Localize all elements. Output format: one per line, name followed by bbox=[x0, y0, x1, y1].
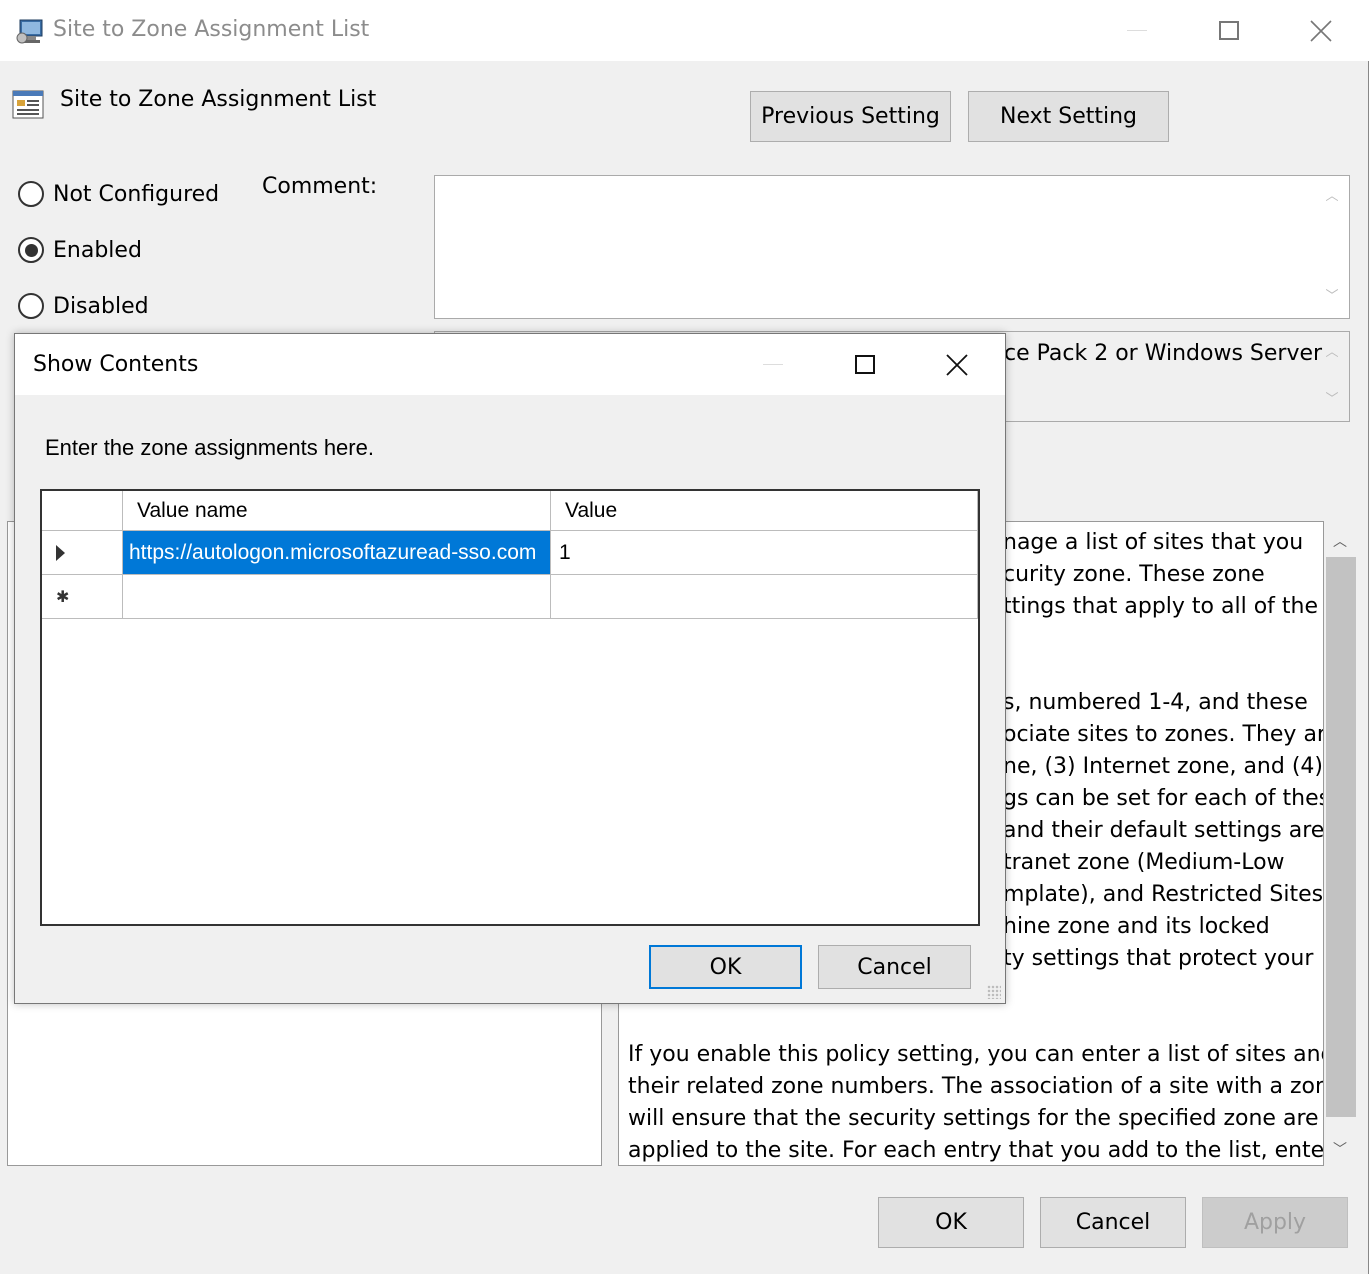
maximize-icon bbox=[855, 355, 875, 374]
radio-label: Not Configured bbox=[53, 181, 220, 207]
title-bar: Site to Zone Assignment List bbox=[0, 0, 1369, 61]
help-text-line: and their default settings are: bbox=[1003, 818, 1324, 843]
maximize-icon bbox=[1219, 21, 1239, 40]
dialog-cancel-button[interactable]: Cancel bbox=[818, 945, 971, 989]
scroll-down-icon[interactable]: ﹀ bbox=[1325, 290, 1339, 304]
scroll-down-icon[interactable]: ﹀ bbox=[1333, 1139, 1347, 1159]
column-header-value-name[interactable]: Value name bbox=[123, 491, 551, 531]
help-text-line: mplate), and Restricted Sites bbox=[1003, 882, 1324, 907]
help-text-line: If you enable this policy setting, you c… bbox=[628, 1042, 1324, 1067]
scroll-up-icon[interactable]: ︿ bbox=[1333, 531, 1347, 551]
comment-textarea[interactable]: ︿ ﹀ bbox=[434, 175, 1350, 319]
radio-circle bbox=[18, 293, 44, 319]
help-text-line: curity zone. These zone bbox=[1003, 562, 1265, 587]
new-value-name-cell[interactable] bbox=[123, 575, 551, 619]
supported-on-text: ce Pack 2 or Windows Server bbox=[1004, 341, 1323, 366]
radio-circle bbox=[18, 181, 44, 207]
close-icon bbox=[1310, 19, 1332, 42]
value-name-cell[interactable]: https://autologon.microsoftazuread-sso.c… bbox=[123, 531, 551, 575]
minimize-button[interactable] bbox=[1091, 0, 1183, 61]
radio-dot bbox=[24, 243, 38, 257]
scroll-up-icon[interactable]: ︿ bbox=[1325, 190, 1339, 204]
row-header-current[interactable] bbox=[42, 531, 123, 575]
minimize-icon bbox=[763, 364, 783, 365]
current-row-arrow-icon bbox=[56, 544, 65, 561]
apply-button[interactable]: Apply bbox=[1202, 1197, 1348, 1248]
dialog-instruction: Enter the zone assignments here. bbox=[45, 435, 374, 460]
resize-grip-icon[interactable] bbox=[987, 985, 1001, 999]
dialog-minimize-button[interactable] bbox=[727, 334, 819, 395]
radio-label: Disabled bbox=[53, 293, 149, 319]
comment-label: Comment: bbox=[262, 174, 378, 199]
value-cell[interactable]: 1 bbox=[551, 531, 978, 575]
column-header-value[interactable]: Value bbox=[551, 491, 978, 531]
dialog-maximize-button[interactable] bbox=[819, 334, 911, 395]
zone-assignment-grid[interactable]: Value name Value https://autologon.micro… bbox=[40, 489, 980, 926]
ok-button[interactable]: OK bbox=[878, 1197, 1024, 1248]
dialog-title-bar: Show Contents bbox=[15, 334, 1005, 395]
scroll-thumb[interactable] bbox=[1326, 557, 1356, 1117]
dialog-close-button[interactable] bbox=[911, 334, 1003, 395]
help-text-line: will ensure that the security settings f… bbox=[628, 1106, 1319, 1131]
radio-disabled[interactable]: Disabled bbox=[18, 293, 149, 319]
policy-app-icon bbox=[16, 18, 46, 46]
help-text-line: their related zone numbers. The associat… bbox=[628, 1074, 1324, 1099]
radio-not-configured[interactable]: Not Configured bbox=[18, 181, 219, 207]
new-value-cell[interactable] bbox=[551, 575, 978, 619]
scroll-down-icon[interactable]: ﹀ bbox=[1325, 393, 1339, 407]
help-text-line: applied to the site. For each entry that… bbox=[628, 1138, 1324, 1163]
comment-scrollbar[interactable]: ︿ ﹀ bbox=[1315, 176, 1349, 318]
close-button[interactable] bbox=[1275, 0, 1367, 61]
help-text-line: ne, (3) Internet zone, and (4) bbox=[1003, 754, 1323, 779]
help-text-line: gs can be set for each of these bbox=[1003, 786, 1324, 811]
help-text-line: ttings that apply to all of the bbox=[1003, 594, 1319, 619]
help-text-line: ty settings that protect your bbox=[1003, 946, 1314, 971]
row-header-new[interactable]: ✱ bbox=[42, 575, 123, 619]
help-text-line: ociate sites to zones. They are: bbox=[1003, 722, 1324, 747]
radio-enabled[interactable]: Enabled bbox=[18, 237, 142, 263]
previous-setting-button[interactable]: Previous Setting bbox=[750, 91, 951, 142]
radio-circle-selected bbox=[18, 237, 44, 263]
setting-title: Site to Zone Assignment List bbox=[60, 87, 377, 112]
close-icon bbox=[946, 353, 968, 376]
next-setting-button[interactable]: Next Setting bbox=[968, 91, 1169, 142]
help-text-line: s, numbered 1-4, and these bbox=[1003, 690, 1308, 715]
help-text-line: nage a list of sites that you bbox=[1003, 530, 1304, 555]
show-contents-dialog: Show Contents Enter the zone assignments… bbox=[14, 333, 1006, 1004]
dialog-ok-button[interactable]: OK bbox=[649, 945, 802, 989]
help-scrollbar[interactable]: ︿ ﹀ bbox=[1324, 521, 1358, 1166]
new-row-asterisk-icon: ✱ bbox=[56, 587, 70, 606]
window-title: Site to Zone Assignment List bbox=[53, 17, 370, 42]
scroll-up-icon[interactable]: ︿ bbox=[1325, 346, 1339, 360]
grid-corner-header[interactable] bbox=[42, 491, 123, 531]
help-text-line: tranet zone (Medium-Low bbox=[1003, 850, 1285, 875]
help-text-line: hine zone and its locked bbox=[1003, 914, 1270, 939]
minimize-icon bbox=[1127, 30, 1147, 31]
dialog-title: Show Contents bbox=[33, 352, 199, 377]
cancel-button[interactable]: Cancel bbox=[1040, 1197, 1186, 1248]
radio-label: Enabled bbox=[53, 237, 142, 263]
maximize-button[interactable] bbox=[1183, 0, 1275, 61]
setting-icon bbox=[12, 88, 44, 120]
